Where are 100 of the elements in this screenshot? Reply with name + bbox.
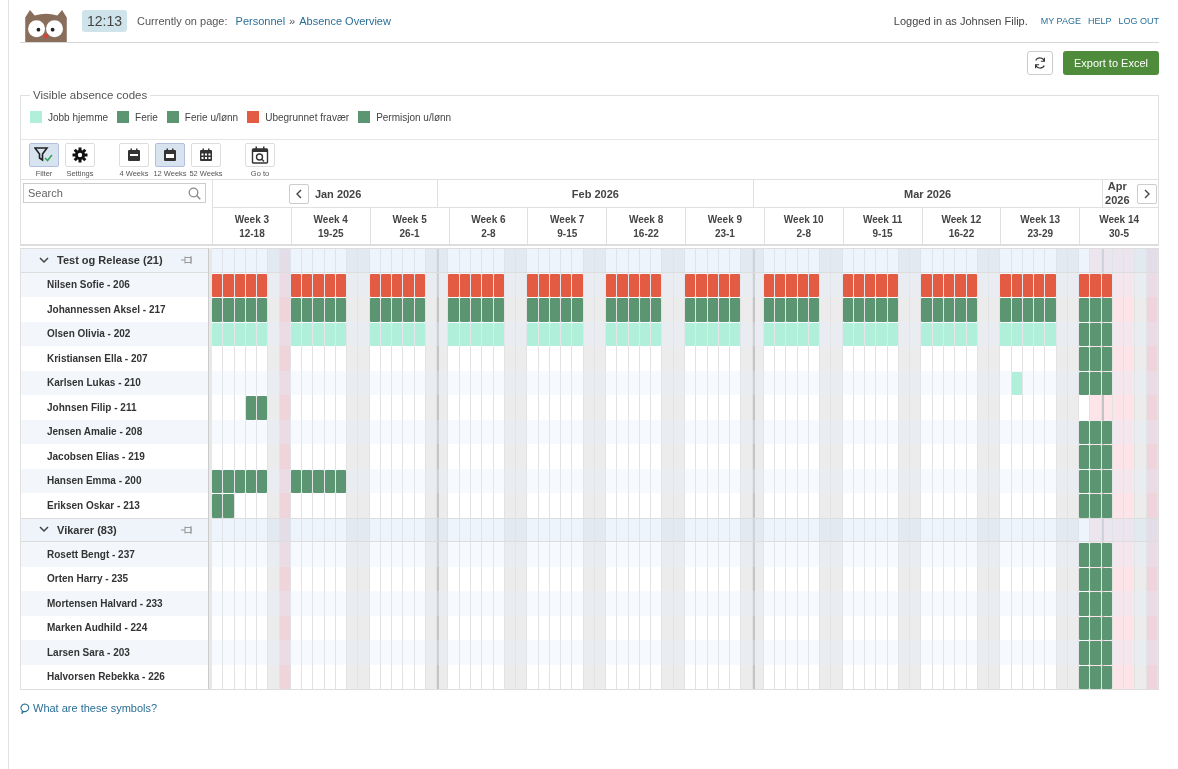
absence-block[interactable] xyxy=(1079,567,1090,591)
breadcrumb-link[interactable]: Absence Overview xyxy=(299,15,391,27)
absence-block[interactable] xyxy=(324,273,335,297)
absence-block[interactable] xyxy=(1079,420,1090,444)
absence-block[interactable] xyxy=(718,298,730,322)
absence-block[interactable] xyxy=(1011,298,1022,322)
absence-block[interactable] xyxy=(932,273,943,297)
absence-block[interactable] xyxy=(842,273,853,297)
search-field[interactable]: Search xyxy=(23,183,206,203)
toolbar-button[interactable] xyxy=(245,143,275,167)
absence-block[interactable] xyxy=(651,273,662,297)
absence-block[interactable] xyxy=(707,298,718,322)
absence-block[interactable] xyxy=(369,298,380,322)
absence-block[interactable] xyxy=(234,469,245,493)
absence-block[interactable] xyxy=(865,273,876,297)
absence-block[interactable] xyxy=(448,273,459,297)
absence-block[interactable] xyxy=(538,298,549,322)
absence-block[interactable] xyxy=(549,273,561,297)
absence-block[interactable] xyxy=(808,273,820,297)
absence-block[interactable] xyxy=(212,469,223,493)
employee-name[interactable]: Mortensen Halvard - 233 xyxy=(21,591,208,616)
toolbar-button[interactable] xyxy=(155,143,185,167)
absence-block[interactable] xyxy=(335,273,347,297)
absence-block[interactable] xyxy=(572,273,583,297)
absence-block[interactable] xyxy=(290,273,302,297)
absence-block[interactable] xyxy=(1079,347,1090,371)
absence-block[interactable] xyxy=(966,273,977,297)
absence-block[interactable] xyxy=(335,469,347,493)
symbols-help-link[interactable]: What are these symbols? xyxy=(33,702,158,714)
absence-block[interactable] xyxy=(324,469,335,493)
absence-block[interactable] xyxy=(1011,273,1022,297)
absence-block[interactable] xyxy=(1079,371,1090,395)
absence-block[interactable] xyxy=(842,298,853,322)
absence-block[interactable] xyxy=(966,298,977,322)
absence-block[interactable] xyxy=(775,298,786,322)
absence-block[interactable] xyxy=(955,273,966,297)
absence-block[interactable] xyxy=(212,273,223,297)
absence-block[interactable] xyxy=(403,273,414,297)
absence-block[interactable] xyxy=(1079,445,1090,469)
absence-block[interactable] xyxy=(1101,592,1112,616)
absence-block[interactable] xyxy=(639,298,651,322)
absence-block[interactable] xyxy=(696,273,707,297)
absence-block[interactable] xyxy=(561,298,572,322)
absence-block[interactable] xyxy=(1101,469,1112,493)
refresh-button[interactable] xyxy=(1027,51,1053,75)
absence-block[interactable] xyxy=(1079,273,1090,297)
absence-block[interactable] xyxy=(561,273,572,297)
pin-icon[interactable] xyxy=(180,524,194,535)
absence-block[interactable] xyxy=(887,273,898,297)
employee-name[interactable]: Larsen Sara - 203 xyxy=(21,640,208,665)
absence-block[interactable] xyxy=(471,273,482,297)
absence-block[interactable] xyxy=(1101,273,1112,297)
chevron-down-icon[interactable] xyxy=(39,526,49,534)
absence-block[interactable] xyxy=(606,298,617,322)
absence-block[interactable] xyxy=(1079,641,1090,665)
absence-block[interactable] xyxy=(730,273,741,297)
absence-block[interactable] xyxy=(808,298,820,322)
absence-block[interactable] xyxy=(302,298,313,322)
absence-block[interactable] xyxy=(1090,273,1101,297)
absence-block[interactable] xyxy=(628,298,639,322)
absence-block[interactable] xyxy=(234,298,245,322)
absence-block[interactable] xyxy=(1101,322,1112,346)
absence-block[interactable] xyxy=(471,298,482,322)
absence-block[interactable] xyxy=(459,298,470,322)
employee-name[interactable]: Olsen Olivia - 202 xyxy=(21,321,208,346)
absence-block[interactable] xyxy=(1079,616,1090,640)
absence-block[interactable] xyxy=(685,298,696,322)
absence-block[interactable] xyxy=(853,273,865,297)
pin-icon[interactable] xyxy=(180,255,194,266)
absence-block[interactable] xyxy=(730,298,741,322)
absence-block[interactable] xyxy=(1101,543,1112,567)
absence-block[interactable] xyxy=(245,273,257,297)
absence-block[interactable] xyxy=(865,298,876,322)
employee-name[interactable]: Karlsen Lukas - 210 xyxy=(21,370,208,395)
absence-block[interactable] xyxy=(1079,322,1090,346)
absence-block[interactable] xyxy=(1000,273,1011,297)
absence-block[interactable] xyxy=(1090,469,1101,493)
chevron-down-icon[interactable] xyxy=(39,256,49,264)
absence-block[interactable] xyxy=(290,469,302,493)
next-button[interactable] xyxy=(1137,183,1158,204)
toolbar-button[interactable] xyxy=(65,143,95,167)
absence-block[interactable] xyxy=(245,298,257,322)
absence-block[interactable] xyxy=(1079,469,1090,493)
absence-block[interactable] xyxy=(775,273,786,297)
employee-name[interactable]: Nilsen Sofie - 206 xyxy=(21,272,208,297)
absence-block[interactable] xyxy=(1101,298,1112,322)
absence-block[interactable] xyxy=(1022,273,1034,297)
absence-block[interactable] xyxy=(302,273,313,297)
absence-block[interactable] xyxy=(707,273,718,297)
absence-block[interactable] xyxy=(380,298,392,322)
absence-block[interactable] xyxy=(606,273,617,297)
absence-block[interactable] xyxy=(1079,543,1090,567)
absence-block[interactable] xyxy=(763,273,775,297)
absence-block[interactable] xyxy=(853,298,865,322)
absence-block[interactable] xyxy=(1101,445,1112,469)
absence-block[interactable] xyxy=(245,396,257,420)
absence-block[interactable] xyxy=(887,298,898,322)
absence-block[interactable] xyxy=(1090,420,1101,444)
absence-block[interactable] xyxy=(257,396,268,420)
absence-block[interactable] xyxy=(1101,641,1112,665)
